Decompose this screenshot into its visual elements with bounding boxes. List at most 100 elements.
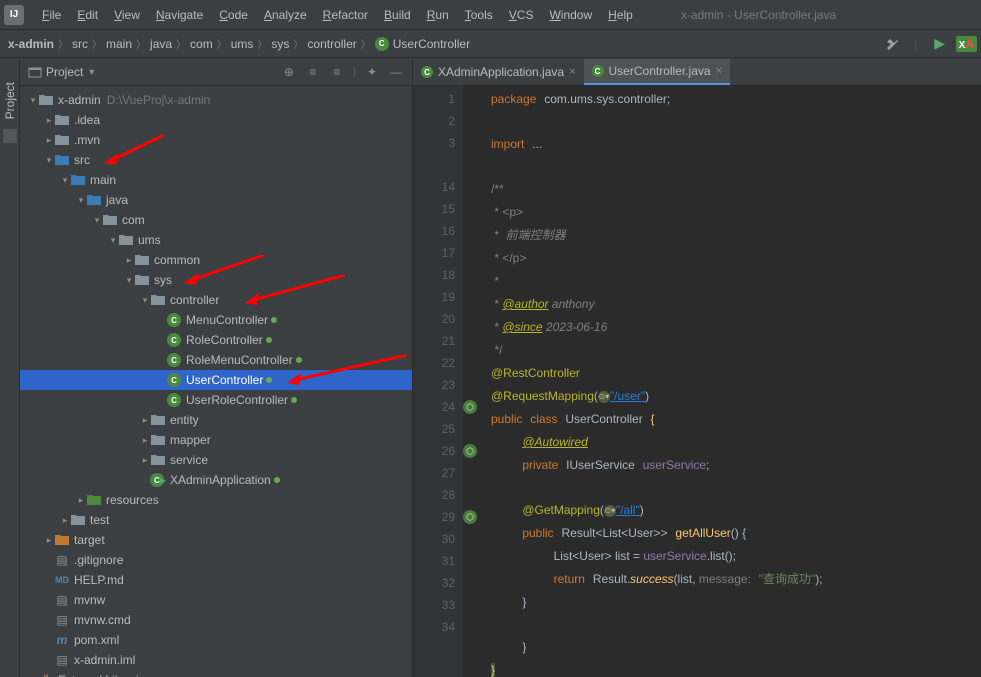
tree-node-controller[interactable]: ▾controller xyxy=(20,290,412,310)
line-number[interactable]: 16 xyxy=(413,220,455,242)
crumb-src[interactable]: src xyxy=(72,37,88,51)
tree-node-menucontroller[interactable]: CMenuController xyxy=(20,310,412,330)
menu-navigate[interactable]: Navigate xyxy=(148,4,211,26)
expand-icon[interactable]: ▾ xyxy=(76,195,86,206)
line-number[interactable]: 30 xyxy=(413,528,455,550)
expand-icon[interactable]: ▸ xyxy=(60,515,70,526)
expand-icon[interactable]: ▾ xyxy=(28,95,38,106)
expand-icon[interactable]: ▾ xyxy=(124,275,134,286)
settings-icon[interactable]: ✦ xyxy=(364,64,380,80)
tree-node-external-libraries[interactable]: ▸⦀External Libraries xyxy=(20,670,412,677)
tree-node-x-admin-iml[interactable]: ▤x-admin.iml xyxy=(20,650,412,670)
expand-icon[interactable]: ▸ xyxy=(124,255,134,266)
menu-analyze[interactable]: Analyze xyxy=(256,4,315,26)
project-tab[interactable]: Project xyxy=(3,78,17,123)
tree-node-rolemenucontroller[interactable]: CRoleMenuController xyxy=(20,350,412,370)
menu-run[interactable]: Run xyxy=(419,4,457,26)
tree-node-help-md[interactable]: MDHELP.md xyxy=(20,570,412,590)
tree-node-mvnw-cmd[interactable]: ▤mvnw.cmd xyxy=(20,610,412,630)
menu-code[interactable]: Code xyxy=(211,4,256,26)
expand-icon[interactable]: ▸ xyxy=(76,495,86,506)
tree-node-resources[interactable]: ▸resources xyxy=(20,490,412,510)
tree-node-test[interactable]: ▸test xyxy=(20,510,412,530)
line-number[interactable] xyxy=(413,154,455,176)
line-number[interactable]: 19 xyxy=(413,286,455,308)
run-config[interactable]: XA xyxy=(956,36,977,52)
tree-node-entity[interactable]: ▸entity xyxy=(20,410,412,430)
select-opened-icon[interactable]: ⊕ xyxy=(281,64,297,80)
expand-icon[interactable]: ▾ xyxy=(60,175,70,186)
menu-view[interactable]: View xyxy=(106,4,148,26)
line-number[interactable]: 25 xyxy=(413,418,455,440)
tab-xadminapplication-java[interactable]: CXAdminApplication.java× xyxy=(413,59,584,85)
line-number[interactable]: 27 xyxy=(413,462,455,484)
expand-icon[interactable]: ▾ xyxy=(92,215,102,226)
tree-node-ums[interactable]: ▾ums xyxy=(20,230,412,250)
line-number[interactable]: 15 xyxy=(413,198,455,220)
menu-build[interactable]: Build xyxy=(376,4,419,26)
close-icon[interactable]: × xyxy=(716,65,722,77)
tree-node-usercontroller[interactable]: CUserController xyxy=(20,370,412,390)
tree-node--gitignore[interactable]: ▤.gitignore xyxy=(20,550,412,570)
tab-usercontroller-java[interactable]: CUserController.java× xyxy=(584,59,730,85)
line-number[interactable]: 20 xyxy=(413,308,455,330)
structure-tab[interactable] xyxy=(3,129,17,143)
line-number[interactable]: 3 xyxy=(413,132,455,154)
line-number[interactable]: 23 xyxy=(413,374,455,396)
menu-window[interactable]: Window xyxy=(541,4,600,26)
expand-icon[interactable]: ▸ xyxy=(140,415,150,426)
expand-icon[interactable]: ▾ xyxy=(44,155,54,166)
menu-edit[interactable]: Edit xyxy=(69,4,106,26)
line-number[interactable]: 18 xyxy=(413,264,455,286)
crumb-controller[interactable]: controller xyxy=(307,37,356,51)
tree-node-java[interactable]: ▾java xyxy=(20,190,412,210)
menu-help[interactable]: Help xyxy=(600,4,641,26)
tree-node-pom-xml[interactable]: mpom.xml xyxy=(20,630,412,650)
run-icon[interactable]: ▶ xyxy=(932,36,948,52)
hide-icon[interactable]: — xyxy=(388,64,404,80)
tree-node-userrolecontroller[interactable]: CUserRoleController xyxy=(20,390,412,410)
code-editor[interactable]: package com.ums.sys.controller; import .… xyxy=(463,86,981,677)
tree-node-xadminapplication[interactable]: C▶XAdminApplication xyxy=(20,470,412,490)
tree-node-service[interactable]: ▸service xyxy=(20,450,412,470)
tree-node-x-admin[interactable]: ▾x-adminD:\VueProj\x-admin xyxy=(20,90,412,110)
expand-icon[interactable]: ▸ xyxy=(44,115,54,126)
menu-file[interactable]: File xyxy=(34,4,69,26)
line-number[interactable]: 33 xyxy=(413,594,455,616)
line-number[interactable]: 22 xyxy=(413,352,455,374)
line-number[interactable]: 31 xyxy=(413,550,455,572)
line-number[interactable]: 34 xyxy=(413,616,455,638)
crumb-usercontroller[interactable]: CUserController xyxy=(375,37,470,51)
line-number[interactable]: 29 xyxy=(413,506,455,528)
line-number[interactable]: 14 xyxy=(413,176,455,198)
tree-node-mapper[interactable]: ▸mapper xyxy=(20,430,412,450)
tree-node--idea[interactable]: ▸.idea xyxy=(20,110,412,130)
expand-icon[interactable]: ▸ xyxy=(44,535,54,546)
crumb-x-admin[interactable]: x-admin xyxy=(8,37,54,51)
tree-node-target[interactable]: ▸target xyxy=(20,530,412,550)
project-tree[interactable]: ▾x-adminD:\VueProj\x-admin▸.idea▸.mvn▾sr… xyxy=(20,86,412,677)
crumb-ums[interactable]: ums xyxy=(231,37,254,51)
line-number[interactable]: 21 xyxy=(413,330,455,352)
spring-bean-icon[interactable]: ⬡ xyxy=(463,510,477,524)
tree-node-src[interactable]: ▾src xyxy=(20,150,412,170)
menu-tools[interactable]: Tools xyxy=(457,4,501,26)
crumb-main[interactable]: main xyxy=(106,37,132,51)
tree-node-sys[interactable]: ▾sys xyxy=(20,270,412,290)
menu-vcs[interactable]: VCS xyxy=(501,4,542,26)
line-number[interactable]: 2 xyxy=(413,110,455,132)
spring-bean-icon[interactable]: ⬡ xyxy=(463,444,477,458)
expand-all-icon[interactable]: ≡ xyxy=(305,64,321,80)
menu-refactor[interactable]: Refactor xyxy=(315,4,376,26)
spring-bean-icon[interactable]: ⬡ xyxy=(463,400,477,414)
crumb-sys[interactable]: sys xyxy=(271,37,289,51)
collapse-all-icon[interactable]: ≡ xyxy=(329,64,345,80)
expand-icon[interactable]: ▸ xyxy=(44,135,54,146)
line-number[interactable]: 1 xyxy=(413,88,455,110)
tree-node-main[interactable]: ▾main xyxy=(20,170,412,190)
line-number[interactable]: 32 xyxy=(413,572,455,594)
line-number[interactable]: 24 xyxy=(413,396,455,418)
line-number[interactable]: 26 xyxy=(413,440,455,462)
expand-icon[interactable]: ▾ xyxy=(140,295,150,306)
close-icon[interactable]: × xyxy=(569,66,575,78)
